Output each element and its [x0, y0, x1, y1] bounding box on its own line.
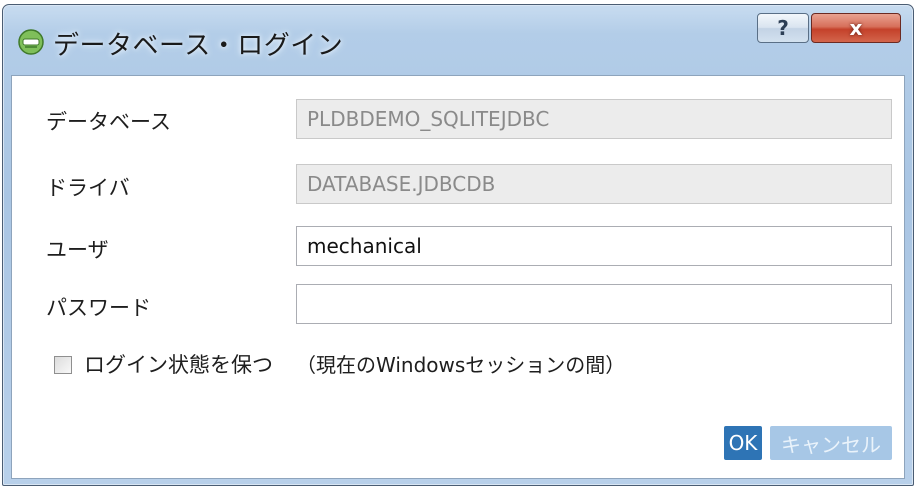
keep-login-checkbox[interactable]: [54, 356, 72, 374]
driver-label: ドライバ: [46, 176, 130, 200]
driver-field: DATABASE.JDBCDB: [296, 164, 892, 204]
login-dialog: データベース・ログイン ? x データベース PLDBDEMO_SQLITEJD…: [2, 4, 914, 486]
cancel-button-label: キャンセル: [781, 432, 881, 457]
database-label: データベース: [46, 110, 171, 134]
password-label: パスワード: [46, 296, 151, 320]
title-bar[interactable]: データベース・ログイン ? x: [3, 5, 913, 75]
database-field: PLDBDEMO_SQLITEJDBC: [296, 99, 892, 139]
ok-button[interactable]: OK: [724, 426, 762, 460]
window-title: データベース・ログイン: [53, 31, 344, 61]
user-field[interactable]: mechanical: [296, 226, 892, 266]
close-button[interactable]: x: [811, 13, 901, 43]
keep-login-note: （現在のWindowsセッションの間）: [296, 353, 626, 377]
user-label: ユーザ: [46, 238, 109, 262]
ok-button-label: OK: [728, 431, 758, 455]
close-icon: x: [849, 16, 863, 40]
cancel-button[interactable]: キャンセル: [770, 426, 892, 460]
keep-login-label[interactable]: ログイン状態を保つ: [84, 349, 273, 379]
help-button[interactable]: ?: [757, 13, 809, 43]
dialog-body: データベース PLDBDEMO_SQLITEJDBC ドライバ DATABASE…: [11, 75, 905, 479]
help-icon: ?: [777, 16, 789, 40]
password-field[interactable]: [296, 284, 892, 324]
database-login-icon: [18, 29, 44, 55]
